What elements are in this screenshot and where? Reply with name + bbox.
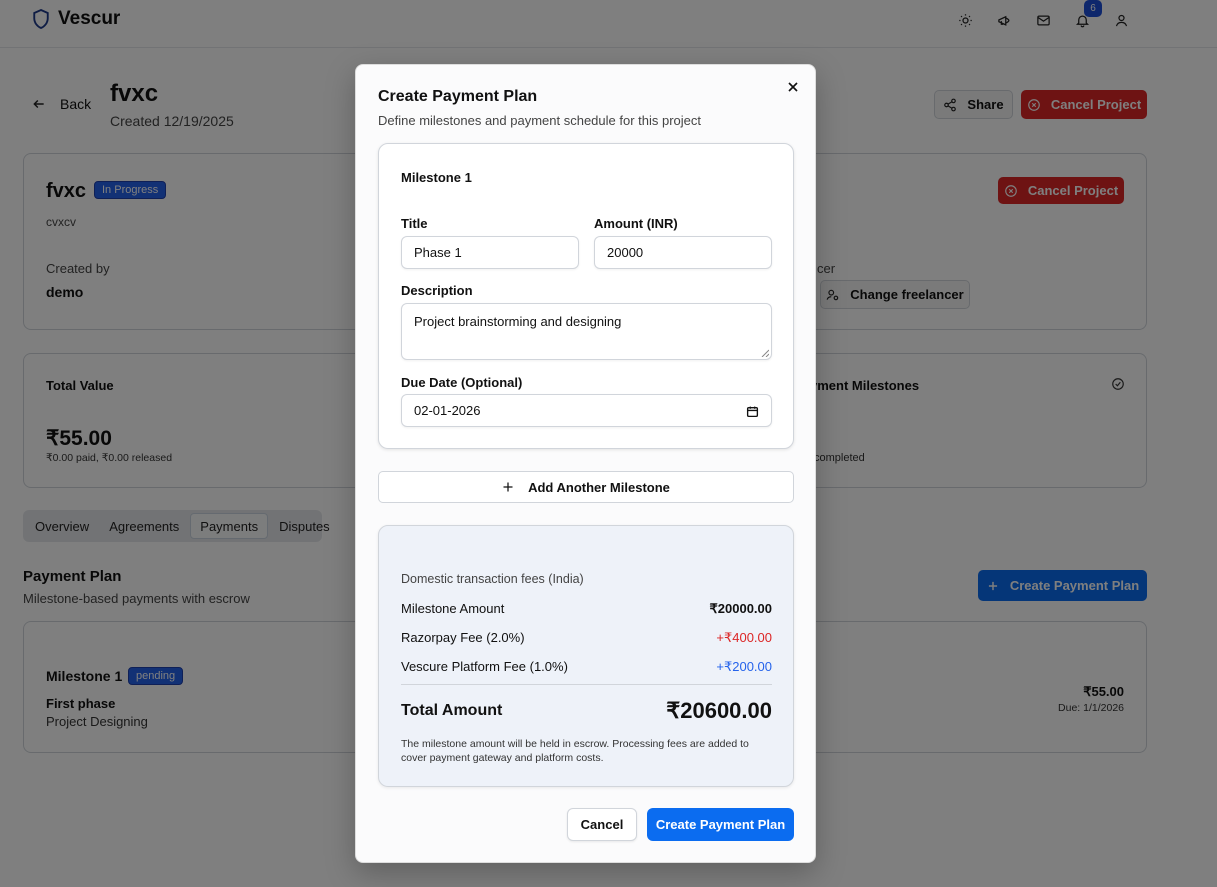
amount-label: Amount (INR) <box>594 216 678 231</box>
close-icon[interactable] <box>785 79 801 95</box>
total-amount-label: Total Amount <box>401 702 503 719</box>
add-milestone-label: Add Another Milestone <box>528 479 670 495</box>
platform-fee-row: Vescure Platform Fee (1.0%) +₹200.00 <box>401 659 772 675</box>
fee-heading: Domestic transaction fees (India) <box>401 572 584 586</box>
razorpay-fee-label: Razorpay Fee (2.0%) <box>401 630 525 645</box>
dialog-cancel-button[interactable]: Cancel <box>567 808 637 841</box>
description-textarea[interactable]: Project brainstorming and designing <box>401 303 772 360</box>
platform-fee-value: +₹200.00 <box>716 659 772 674</box>
due-date-value: 02-01-2026 <box>414 403 481 418</box>
fee-summary-card: Domestic transaction fees (India) Milest… <box>378 525 794 787</box>
calendar-icon[interactable] <box>746 405 759 418</box>
plus-icon <box>503 482 513 492</box>
title-label: Title <box>401 216 428 231</box>
razorpay-fee-row: Razorpay Fee (2.0%) +₹400.00 <box>401 630 772 646</box>
due-date-input[interactable]: 02-01-2026 <box>401 394 772 427</box>
dialog-title: Create Payment Plan <box>378 88 538 105</box>
create-payment-plan-dialog: Create Payment Plan Define milestones an… <box>355 64 816 863</box>
total-amount-row: Total Amount ₹20600.00 <box>401 698 772 724</box>
amount-input[interactable]: 20000 <box>594 236 772 269</box>
platform-fee-label: Vescure Platform Fee (1.0%) <box>401 659 568 674</box>
title-input[interactable]: Phase 1 <box>401 236 579 269</box>
escrow-note: The milestone amount will be held in esc… <box>401 738 749 764</box>
milestone-amount-row: Milestone Amount ₹20000.00 <box>401 601 772 617</box>
milestone-amount-value: ₹20000.00 <box>709 601 773 616</box>
razorpay-fee-value: +₹400.00 <box>716 630 772 645</box>
milestone-form-card: Milestone 1 Title Phase 1 Amount (INR) 2… <box>378 143 794 449</box>
description-label: Description <box>401 283 473 298</box>
add-milestone-button[interactable]: Add Another Milestone <box>378 471 794 503</box>
resize-grip-icon[interactable] <box>761 349 769 357</box>
milestone-amount-label: Milestone Amount <box>401 601 505 616</box>
description-text: Project brainstorming and designing <box>414 314 622 329</box>
dialog-subtitle: Define milestones and payment schedule f… <box>378 113 702 128</box>
total-amount-value: ₹20600.00 <box>666 698 772 723</box>
fee-divider <box>401 684 772 685</box>
dialog-create-payment-plan-button[interactable]: Create Payment Plan <box>647 808 794 841</box>
milestone-heading: Milestone 1 <box>401 170 472 185</box>
due-date-label: Due Date (Optional) <box>401 375 523 390</box>
